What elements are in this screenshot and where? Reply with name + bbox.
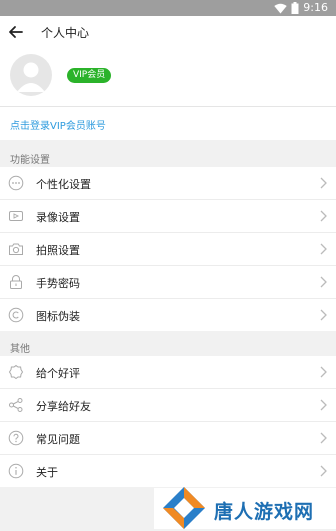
chevron-right-icon (320, 243, 327, 255)
list-item-icon-disguise[interactable]: 图标伪装 (0, 299, 336, 331)
chevron-right-icon (320, 366, 327, 378)
chevron-right-icon (320, 309, 327, 321)
list-item-label: 个性化设置 (36, 178, 91, 191)
login-row[interactable]: 点击登录VIP会员账号 (0, 107, 336, 140)
info-icon (8, 463, 24, 479)
login-vip-link[interactable]: 点击登录VIP会员账号 (10, 117, 106, 132)
status-time: 9:16 (303, 1, 328, 14)
list-item-label: 常见问题 (36, 433, 80, 446)
other-list: 给个好评 分享给好友 常见问题 关于 (0, 356, 336, 487)
list-item-photo-settings[interactable]: 拍照设置 (0, 233, 336, 266)
question-icon (8, 430, 24, 446)
user-avatar-icon (17, 62, 45, 92)
list-item-label: 图标伪装 (36, 310, 80, 323)
list-item-label: 给个好评 (36, 367, 80, 380)
list-item-gesture-password[interactable]: 手势密码 (0, 266, 336, 299)
watermark: 唐人游戏网 (154, 487, 336, 529)
badge-icon (8, 364, 24, 380)
list-item-label: 拍照设置 (36, 244, 80, 257)
vip-badge: VIP会员 (67, 68, 112, 83)
chevron-right-icon (320, 465, 327, 477)
avatar[interactable] (10, 54, 52, 96)
status-bar: 9:16 (0, 0, 336, 16)
copyright-icon (8, 307, 24, 323)
function-settings-list: 个性化设置 录像设置 拍照设置 手势密码 图标伪装 (0, 167, 336, 331)
chevron-right-icon (320, 432, 327, 444)
wifi-icon (274, 3, 287, 13)
section-title-other: 其他 (10, 344, 30, 355)
more-dots-icon (8, 175, 24, 191)
profile-header: VIP会员 (0, 48, 336, 106)
chevron-right-icon (320, 399, 327, 411)
list-item-personalize[interactable]: 个性化设置 (0, 167, 336, 200)
watermark-logo-icon (163, 487, 205, 529)
chevron-right-icon (320, 210, 327, 222)
list-item-share[interactable]: 分享给好友 (0, 389, 336, 422)
app-bar: 个人中心 (0, 16, 336, 48)
chevron-right-icon (320, 276, 327, 288)
lock-icon (10, 275, 22, 289)
list-item-label: 分享给好友 (36, 400, 91, 413)
list-item-video-settings[interactable]: 录像设置 (0, 200, 336, 233)
share-icon (9, 398, 23, 412)
list-item-label: 录像设置 (36, 211, 80, 224)
list-item-rate-app[interactable]: 给个好评 (0, 356, 336, 389)
list-item-about[interactable]: 关于 (0, 455, 336, 487)
back-arrow-icon[interactable] (6, 22, 26, 42)
list-item-label: 手势密码 (36, 277, 80, 290)
list-item-faq[interactable]: 常见问题 (0, 422, 336, 455)
chevron-right-icon (320, 177, 327, 189)
video-camera-icon (9, 211, 23, 221)
battery-icon (291, 2, 299, 14)
camera-icon (9, 243, 23, 255)
list-item-label: 关于 (36, 466, 58, 479)
watermark-text: 唐人游戏网 (214, 501, 315, 523)
section-title-function-settings: 功能设置 (10, 155, 50, 166)
page-title: 个人中心 (41, 26, 90, 40)
